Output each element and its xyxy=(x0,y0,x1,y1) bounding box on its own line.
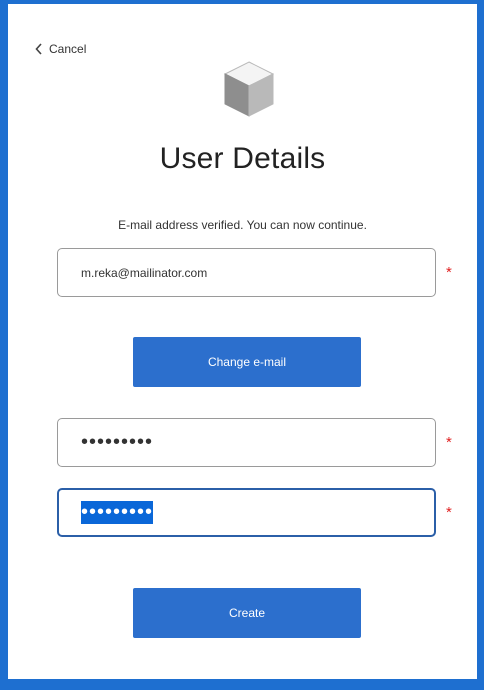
confirm-password-field[interactable] xyxy=(57,488,436,537)
page-title: User Details xyxy=(159,142,326,175)
email-required-marker: * xyxy=(446,264,452,281)
cancel-link[interactable]: Cancel xyxy=(35,42,86,56)
chevron-left-icon xyxy=(35,43,43,55)
password-field[interactable] xyxy=(57,418,436,467)
verification-message: E-mail address verified. You can now con… xyxy=(118,218,367,232)
confirm-password-required-marker: * xyxy=(446,504,452,521)
email-field[interactable] xyxy=(57,248,436,297)
create-button[interactable]: Create xyxy=(133,588,361,638)
dialog-panel: Cancel User Details E-mail address verif… xyxy=(8,4,477,679)
change-email-button[interactable]: Change e-mail xyxy=(133,337,361,387)
cube-icon xyxy=(217,56,281,120)
password-required-marker: * xyxy=(446,434,452,451)
cancel-label: Cancel xyxy=(49,42,87,56)
